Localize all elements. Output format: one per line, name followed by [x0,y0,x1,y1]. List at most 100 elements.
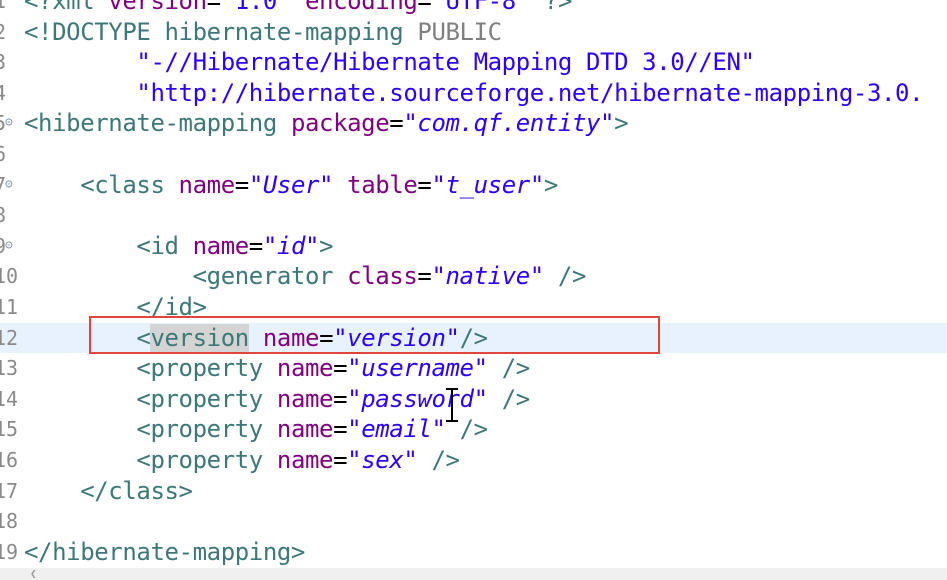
line-number: 18 [0,509,19,534]
code-token: /> [487,354,531,383]
code-text: <id name="id"> [24,231,333,262]
code-line[interactable]: 6 [0,139,947,170]
version-line-highlight-box [89,316,660,354]
code-line[interactable]: 13 <property name="username" /> [0,353,947,384]
code-token: /> [487,384,531,413]
code-token: /> [543,262,587,291]
code-line[interactable]: 1 <?xml version="1.0" encoding="UTF-8" ?> [0,0,947,17]
code-token: <id [24,231,193,260]
line-number: 12 [0,325,19,350]
code-token: "1.0" [220,0,292,15]
code-token: <!DOCTYPE [24,17,165,46]
code-line[interactable]: 16 <property name="sex" /> [0,445,947,476]
line-number: 11 [0,295,19,319]
code-token: name [178,170,236,199]
line-number: 6 [0,142,7,166]
code-token: "com.qf.entity" [403,109,615,138]
text-cursor-icon [445,388,459,422]
code-token: "-//Hibernate/Hibernate Mapping DTD 3.0/… [24,48,755,77]
line-number: 8 [0,203,7,228]
code-token: encoding [290,0,418,15]
code-line[interactable]: 18 [0,506,947,537]
code-token: = [333,415,348,444]
line-number: 10 [0,264,19,289]
code-text: <!DOCTYPE hibernate-mapping PUBLIC [24,17,502,48]
code-text: </class> [24,476,193,507]
code-token: <generator [24,262,348,291]
code-token: <property [24,415,277,444]
scroll-left-arrow-icon[interactable]: ❮ [30,568,37,580]
code-token: > [614,109,629,138]
code-token: /> [417,446,460,474]
line-number: 16 [0,448,19,472]
fold-collapse-icon[interactable]: ⊝ [5,116,18,129]
code-token: table [333,170,418,199]
code-token: name [276,384,334,413]
code-token: PUBLIC [417,17,502,46]
line-number: 19 [0,539,19,564]
code-token: = [333,354,348,383]
code-token: <property [24,384,277,413]
code-line[interactable]: 19 </hibernate-mapping> [0,537,947,568]
code-token: name [276,354,334,383]
code-token: version [108,0,207,15]
code-token: <hibernate-mapping [24,109,291,138]
code-token: hibernate-mapping [164,17,418,46]
code-text: <class name="User" table="t_user"> [24,170,558,201]
line-number: 3 [0,50,7,75]
code-token: "password" [347,384,488,413]
code-line[interactable]: 7 ⊝ <class name="User" table="t_user"> [0,170,947,201]
code-token: name [192,231,250,260]
code-token: "sex" [347,446,418,474]
code-token: > [319,231,334,260]
code-token: <property [24,446,277,474]
horizontal-scrollbar[interactable]: ❮ [0,568,947,580]
code-line[interactable]: 8 [0,200,947,231]
code-token: = [234,170,249,199]
code-editor[interactable]: 1 <?xml version="1.0" encoding="UTF-8" ?>… [0,0,947,580]
code-token: > [543,170,558,199]
code-token: "t_user" [431,170,544,199]
code-line[interactable]: 17 </class> [0,476,947,507]
code-token: = [389,109,404,138]
code-line[interactable]: 14 <property name="password" /> [0,384,947,415]
code-text: </hibernate-mapping> [24,537,305,568]
fold-collapse-icon[interactable]: ⊝ [5,178,18,191]
code-text: <hibernate-mapping package="com.qf.entit… [24,108,629,139]
code-token: = [206,0,221,15]
code-token: = [417,262,432,291]
line-number: 15 [0,417,19,442]
code-line[interactable]: 10 <generator class="native" /> [0,261,947,292]
code-token: name [276,446,334,474]
code-token: class [347,262,418,291]
code-token: <class [24,170,179,199]
code-token: <?xml [24,0,109,15]
code-token: <property [24,354,277,383]
code-text: <generator class="native" /> [24,261,587,292]
code-text: <property name="sex" /> [24,445,460,476]
code-token: </hibernate-mapping> [24,537,305,566]
code-line[interactable]: 15 <property name="email" /> [0,414,947,445]
code-token: name [276,415,334,444]
code-token: = [248,231,263,260]
code-line[interactable]: 4 "http://hibernate.sourceforge.net/hibe… [0,78,947,109]
code-line[interactable]: 3 "-//Hibernate/Hibernate Mapping DTD 3.… [0,47,947,78]
code-token: = [333,446,348,474]
code-token: "id" [262,231,320,260]
fold-collapse-icon[interactable]: ⊝ [5,239,18,252]
code-text: "-//Hibernate/Hibernate Mapping DTD 3.0/… [24,47,755,78]
code-token: "native" [431,262,544,291]
code-token: = [333,384,348,413]
code-line[interactable]: 2 <!DOCTYPE hibernate-mapping PUBLIC [0,17,947,48]
code-line[interactable]: 9 ⊝ <id name="id"> [0,231,947,262]
code-text: <property name="email" /> [24,414,488,445]
code-text: <?xml version="1.0" encoding="UTF-8" ?> [24,0,572,17]
code-line[interactable]: 5 ⊝ <hibernate-mapping package="com.qf.ent… [0,108,947,139]
code-token: "username" [347,354,488,383]
code-token: "UTF-8" [431,0,530,15]
line-number: 13 [0,356,19,381]
code-token: package [290,109,390,138]
code-token: "http://hibernate.sourceforge.net/hibern… [24,78,924,107]
line-number: 17 [0,478,19,503]
code-token: ?> [529,0,573,15]
